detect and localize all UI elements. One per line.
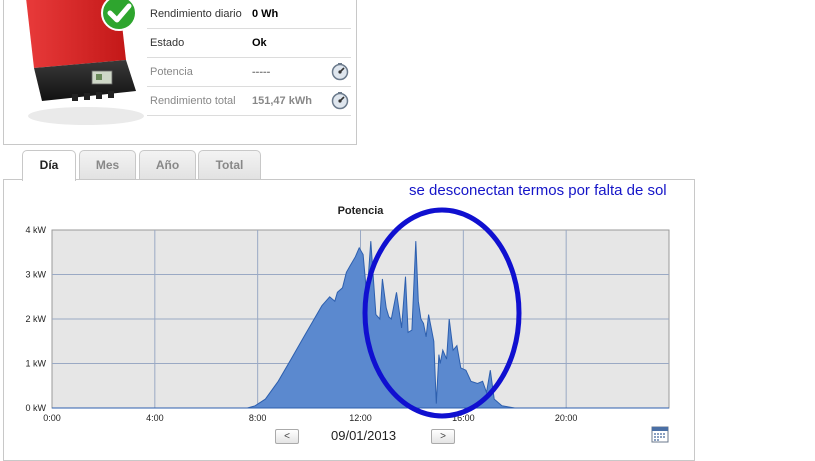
inverter-info-panel: Rendimiento diario 0 Wh Estado Ok Potenc… [3, 0, 357, 145]
previous-day-button[interactable]: < [275, 429, 299, 444]
status-label: Estado [150, 37, 185, 49]
row-status: Estado Ok [147, 29, 351, 58]
x-tick-label: 4:00 [146, 413, 164, 423]
power-value: ----- [252, 66, 271, 78]
x-tick-label: 12:00 [349, 413, 372, 423]
status-value: Ok [252, 37, 267, 49]
gauge-icon[interactable] [331, 63, 349, 81]
annotation-text: se desconectan termos por falta de sol [409, 182, 667, 199]
y-tick-label: 0 kW [25, 403, 46, 413]
y-tick-label: 3 kW [25, 270, 46, 280]
total-yield-value: 151,47 kWh [252, 95, 312, 107]
row-total-yield: Rendimiento total 151,47 kWh [147, 87, 351, 116]
chart-title: Potencia [338, 205, 385, 217]
power-label: Potencia [150, 66, 193, 78]
tab-month[interactable]: Mes [79, 150, 136, 179]
date-label: 09/01/2013 [331, 428, 397, 443]
x-tick-label: 8:00 [249, 413, 267, 423]
tab-year[interactable]: Año [139, 150, 196, 179]
row-daily-yield: Rendimiento diario 0 Wh [147, 0, 351, 29]
total-yield-label: Rendimiento total [150, 95, 236, 107]
x-tick-label: 20:00 [555, 413, 578, 423]
calendar-icon[interactable] [651, 425, 669, 443]
daily-yield-label: Rendimiento diario [150, 8, 242, 20]
chart-panel: Potencia 0 kW 1 kW 2 kW 3 kW 4 kW 0:00 4:00 8:00… [3, 179, 695, 461]
y-tick-label: 4 kW [25, 225, 46, 235]
next-day-button[interactable]: > [431, 429, 455, 444]
power-chart: Potencia 0 kW 1 kW 2 kW 3 kW 4 kW 0:00 4:00 8:00… [25, 205, 670, 423]
y-tick-label: 2 kW [25, 314, 46, 324]
gauge-icon[interactable] [331, 92, 349, 110]
daily-yield-value: 0 Wh [252, 8, 279, 20]
inverter-image [26, 0, 144, 125]
info-table: Rendimiento diario 0 Wh Estado Ok Potenc… [147, 0, 351, 116]
x-tick-label: 0:00 [43, 413, 61, 423]
row-power: Potencia ----- [147, 58, 351, 87]
y-tick-label: 1 kW [25, 359, 46, 369]
tab-total[interactable]: Total [198, 150, 261, 179]
tab-day[interactable]: Día [22, 150, 76, 181]
